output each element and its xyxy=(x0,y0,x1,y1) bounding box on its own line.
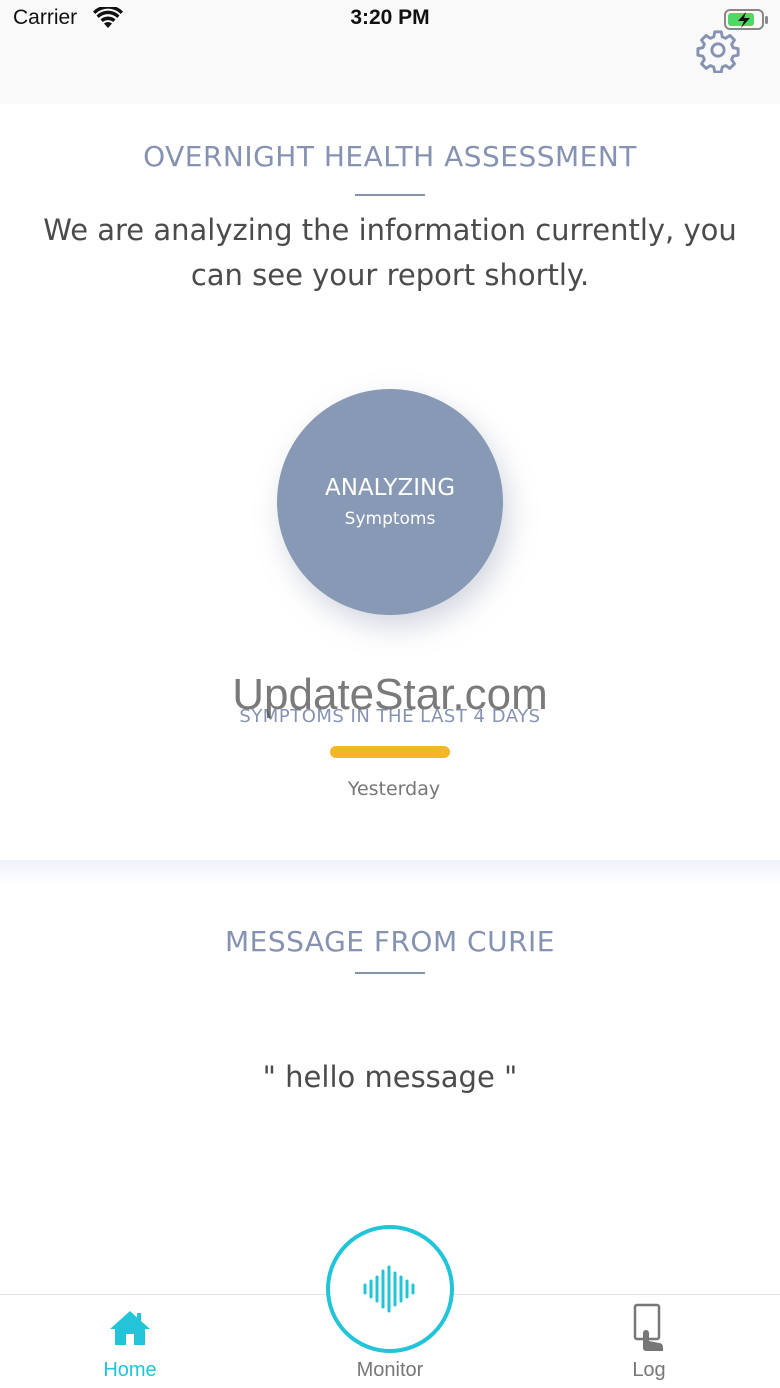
status-bar: Carrier 3:20 PM xyxy=(0,0,780,104)
sound-wave-icon xyxy=(363,1265,415,1313)
section-divider xyxy=(0,860,780,886)
tab-monitor-label: Monitor xyxy=(356,1359,424,1381)
title-underline xyxy=(355,194,425,196)
tab-log[interactable]: Log xyxy=(569,1295,729,1388)
tab-home-label: Home xyxy=(103,1359,157,1381)
watermark: UpdateStar.com xyxy=(232,670,548,719)
symptoms-sub-label: Symptoms xyxy=(344,509,436,529)
message-title-underline xyxy=(355,972,425,974)
log-icon xyxy=(633,1303,663,1351)
analysis-intro-text: We are analyzing the information current… xyxy=(43,213,737,292)
analyzing-label: ANALYZING xyxy=(324,475,456,501)
tab-log-label: Log xyxy=(632,1359,666,1381)
monitor-button[interactable] xyxy=(326,1225,454,1353)
gear-icon[interactable] xyxy=(695,27,741,73)
tab-home[interactable]: Home xyxy=(50,1295,210,1388)
day-label: Yesterday xyxy=(347,778,441,800)
curie-message: " hello message " xyxy=(262,1060,518,1094)
message-title: MESSAGE FROM CURIE xyxy=(225,925,555,958)
home-icon xyxy=(110,1311,150,1345)
clock-time: 3:20 PM xyxy=(350,6,430,29)
assessment-title: OVERNIGHT HEALTH ASSESSMENT xyxy=(143,140,637,173)
analyzing-status-circle[interactable]: ANALYZING Symptoms xyxy=(277,389,503,615)
symptom-indicator-bar xyxy=(330,746,450,758)
